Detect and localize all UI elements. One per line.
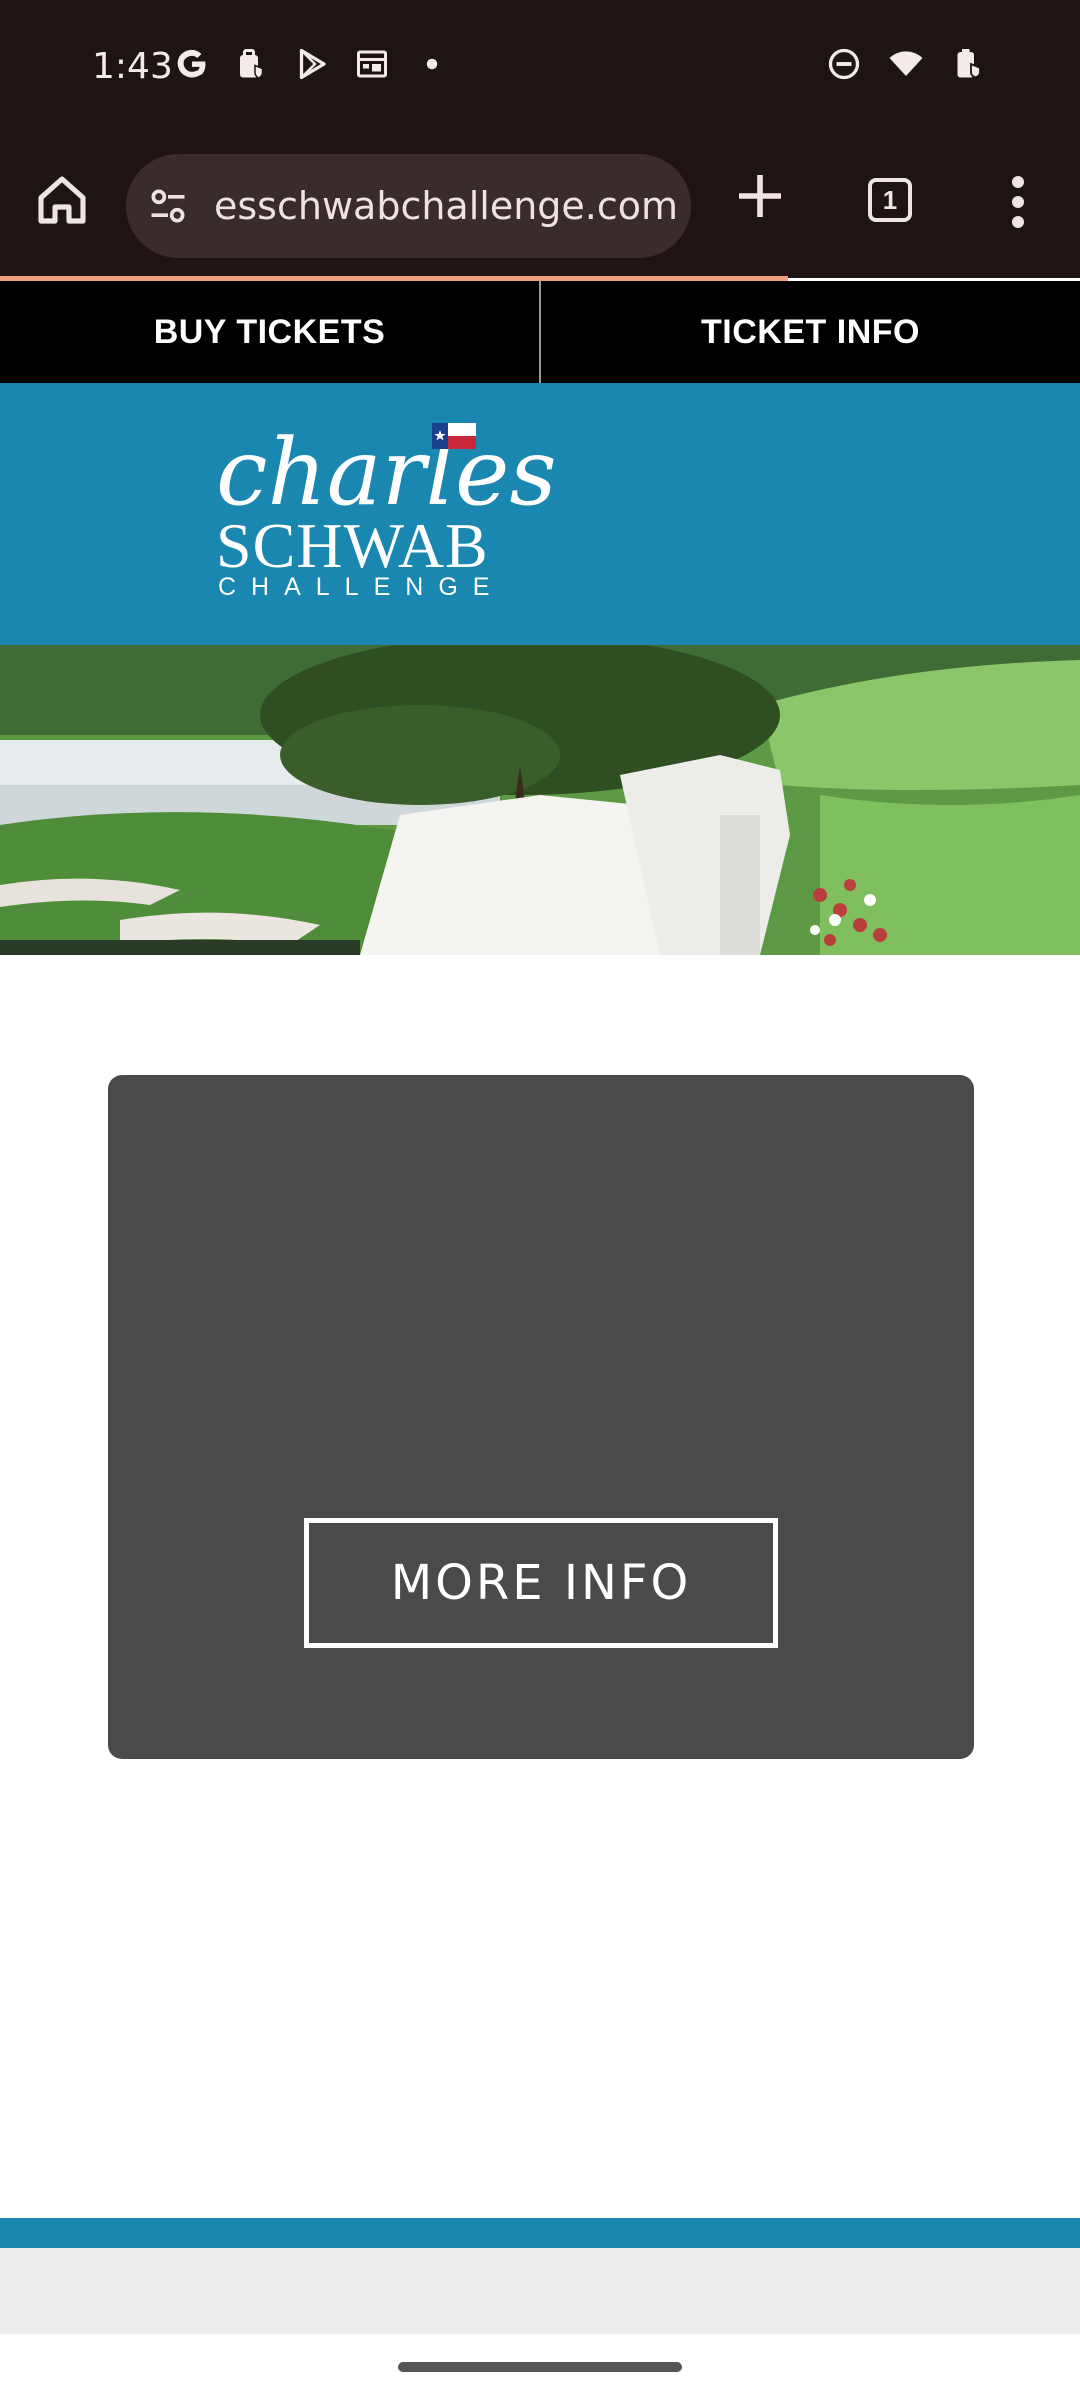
site-nav: BUY TICKETS TICKET INFO [0, 281, 1080, 383]
status-icons-right [824, 44, 988, 84]
tab-switcher-button[interactable]: 1 [868, 178, 912, 222]
brand-header: charles SCHWAB CHALLENGE [0, 383, 1080, 645]
calendar-icon [352, 44, 392, 84]
status-time: 1:43 [92, 46, 173, 87]
gesture-navigation-bar[interactable] [398, 2362, 682, 2372]
footer-stripe [0, 2218, 1080, 2248]
work-profile-icon [232, 44, 272, 84]
status-icons-left [172, 44, 452, 84]
home-icon[interactable] [34, 172, 90, 228]
battery-charging-icon [948, 44, 988, 84]
new-tab-icon[interactable] [732, 168, 788, 224]
play-store-icon [292, 44, 332, 84]
do-not-disturb-icon [824, 44, 864, 84]
dot-icon [412, 44, 452, 84]
url-text[interactable]: esschwabchallenge.com [214, 184, 678, 228]
status-bar: 1:43 [0, 0, 1080, 136]
more-menu-icon[interactable] [1000, 172, 1036, 232]
google-g-icon [172, 44, 212, 84]
site-settings-icon[interactable] [146, 184, 190, 228]
logo-line-schwab: SCHWAB [216, 510, 489, 581]
ticket-info-button[interactable]: TICKET INFO [541, 281, 1080, 383]
footer-area [0, 2248, 1080, 2334]
browser-toolbar: esschwabchallenge.com 1 [0, 136, 1080, 281]
wifi-icon [886, 44, 926, 84]
info-card: MORE INFO [108, 1075, 974, 1759]
charles-schwab-challenge-logo[interactable]: charles SCHWAB CHALLENGE [210, 423, 557, 613]
logo-line-charles: charles [216, 419, 557, 526]
address-bar[interactable]: esschwabchallenge.com [126, 154, 691, 258]
buy-tickets-button[interactable]: BUY TICKETS [0, 281, 539, 383]
logo-line-challenge: CHALLENGE [218, 573, 505, 601]
hero-golf-course-image [0, 645, 1080, 955]
texas-flag-icon [432, 423, 476, 449]
more-info-button[interactable]: MORE INFO [304, 1518, 778, 1648]
